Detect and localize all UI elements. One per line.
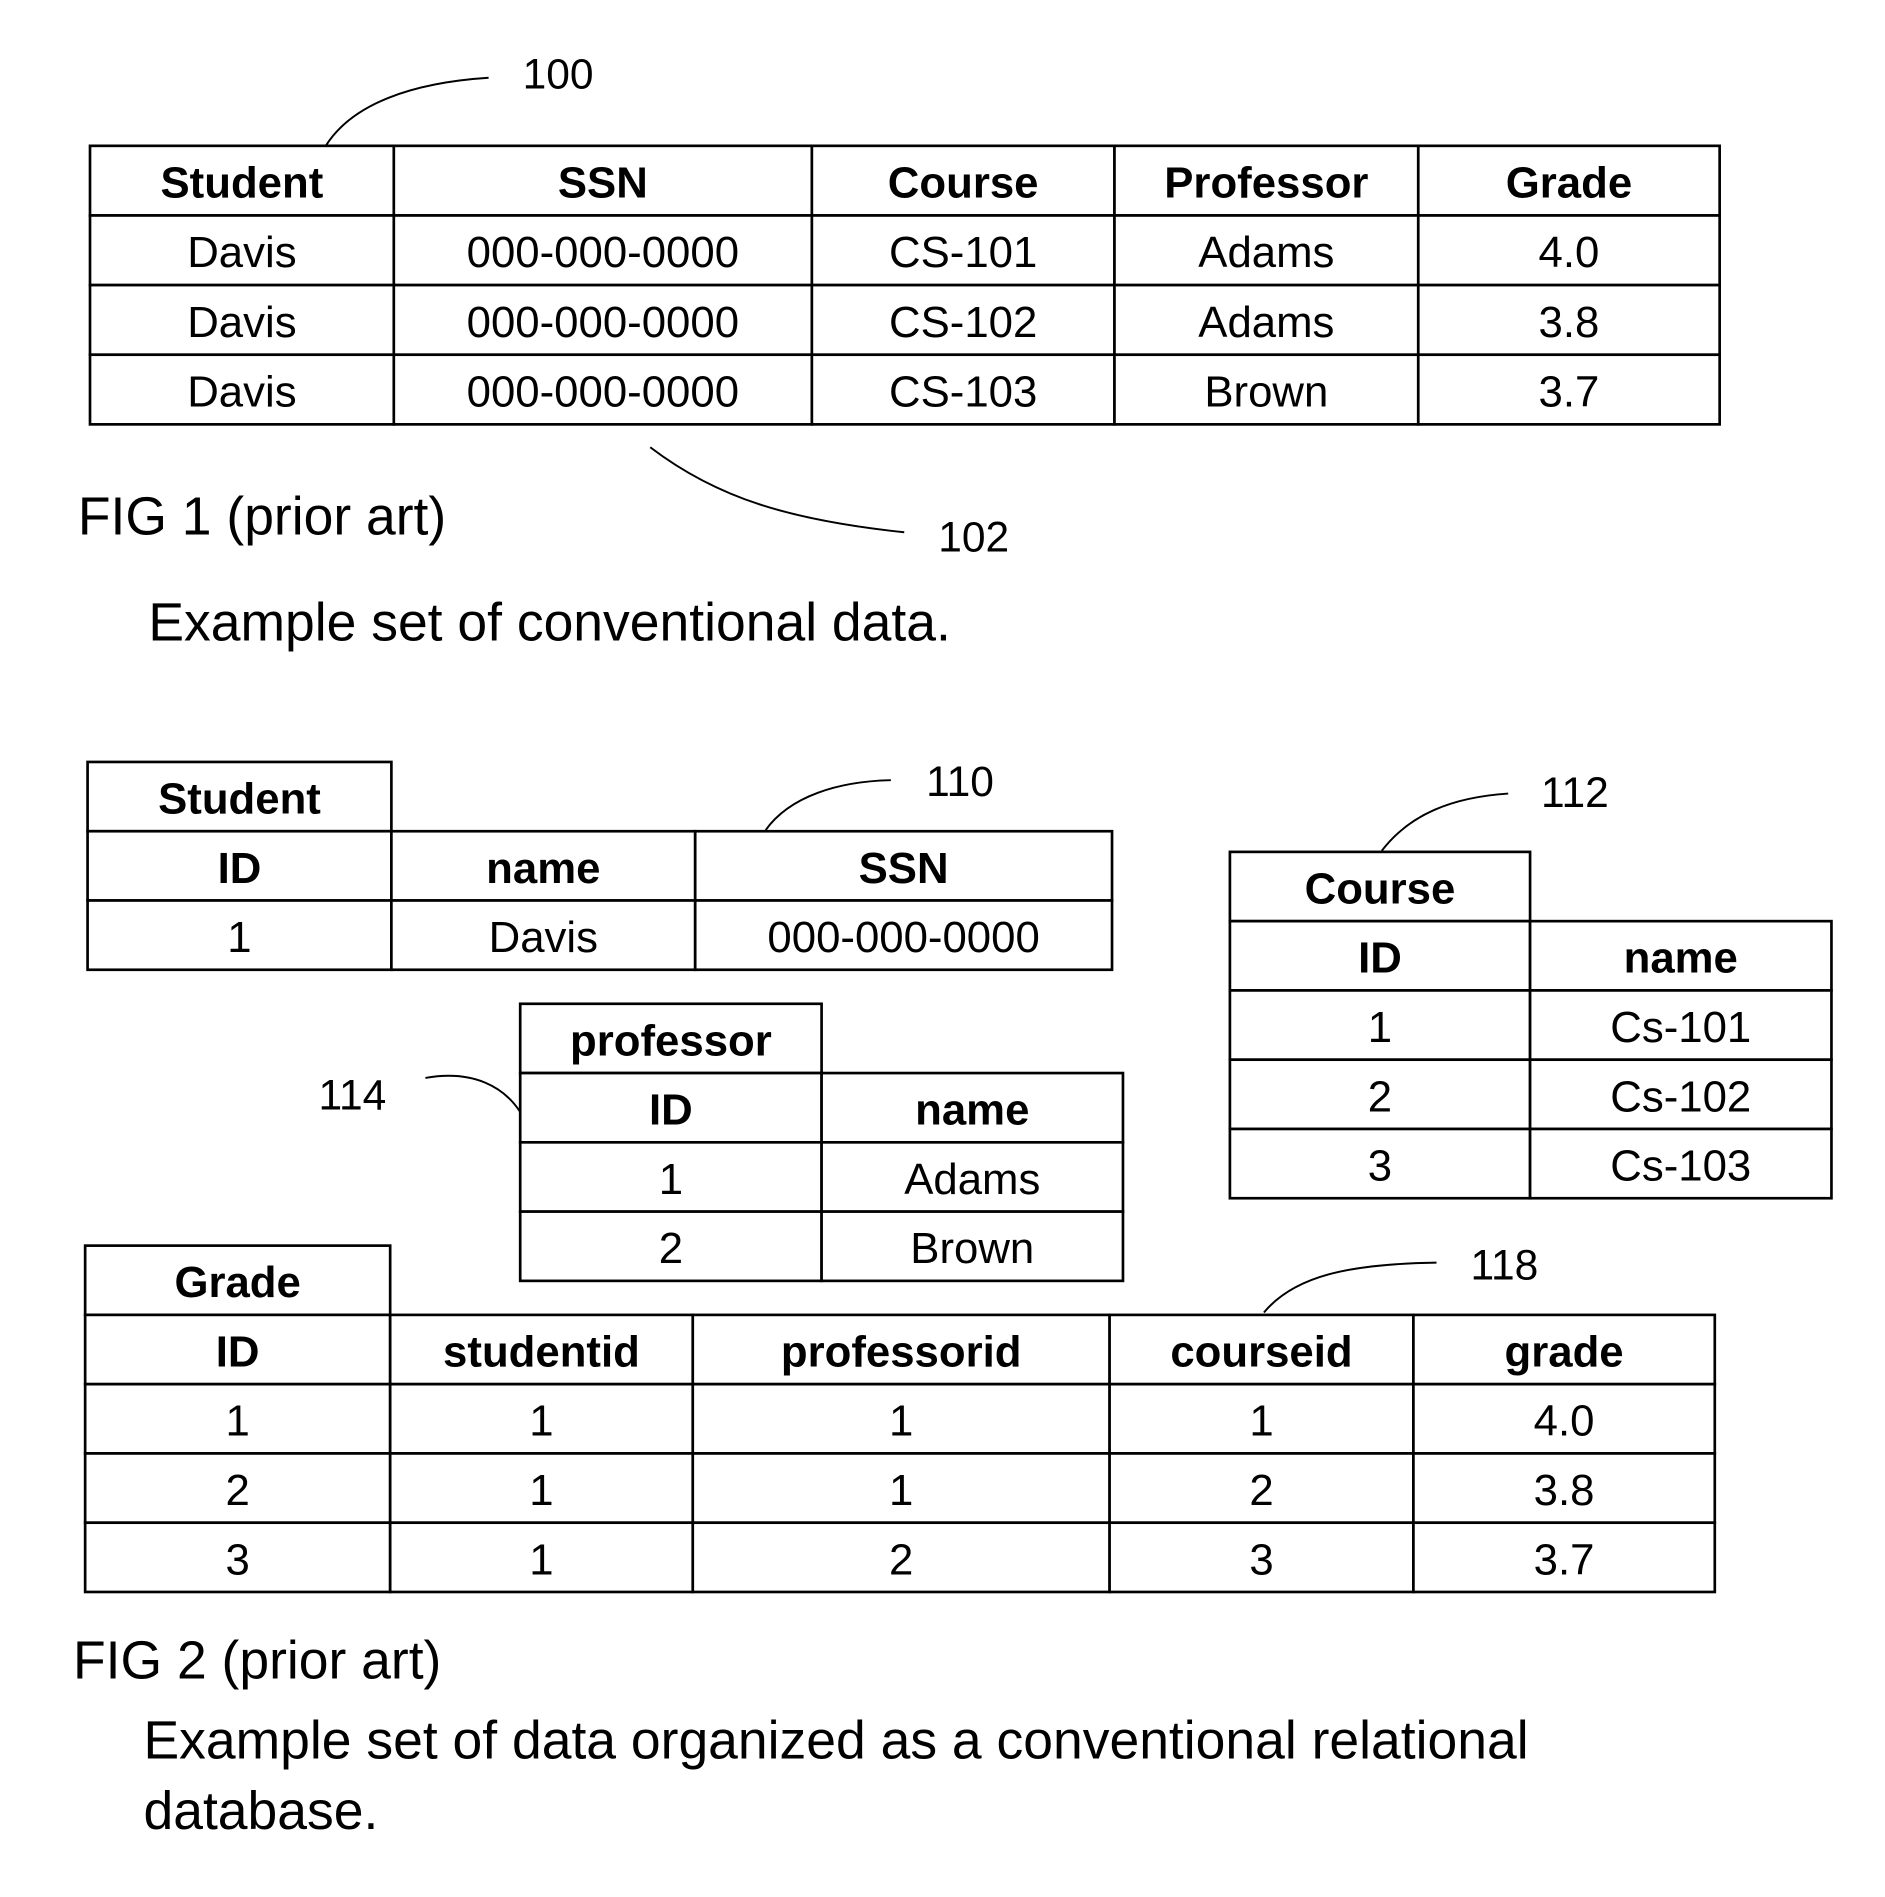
column-header: SSN xyxy=(859,844,949,893)
ref-label-114: 114 xyxy=(318,1072,386,1120)
table-cell: Cs-102 xyxy=(1610,1072,1751,1121)
ref-label-110: 110 xyxy=(926,758,994,806)
leader-line-112 xyxy=(1381,792,1509,852)
table-cell: Brown xyxy=(910,1224,1034,1273)
table-cell: 2 xyxy=(889,1535,913,1584)
table-cell: 2 xyxy=(1249,1466,1273,1515)
table-cell: 000-000-0000 xyxy=(467,367,739,416)
table-cell: 1 xyxy=(1368,1003,1392,1052)
table-cell: 3.7 xyxy=(1534,1535,1595,1584)
table-cell: CS-101 xyxy=(889,228,1037,277)
column-header: ID xyxy=(218,844,262,893)
ref-label-100: 100 xyxy=(523,51,594,99)
column-header: ID xyxy=(1358,934,1402,983)
table-cell: 1 xyxy=(227,913,251,962)
leader-line-100 xyxy=(324,76,489,147)
table-cell: Cs-101 xyxy=(1610,1003,1751,1052)
patent-figure-sheet: Student SSN Course Professor Grade Davis 000-0… xyxy=(73,51,1833,1841)
table-cell: 3 xyxy=(225,1535,249,1584)
column-header: professorid xyxy=(781,1327,1022,1376)
ref-label-112: 112 xyxy=(1541,769,1609,817)
table-cell: 1 xyxy=(889,1397,913,1446)
column-header: Grade xyxy=(1506,159,1632,208)
table-cell: 3 xyxy=(1368,1142,1392,1191)
fig1-caption: FIG 1 (prior art) xyxy=(78,488,446,547)
table-cell: 000-000-0000 xyxy=(467,298,739,347)
table-cell: 3.7 xyxy=(1539,367,1600,416)
table-cell: Davis xyxy=(187,367,296,416)
column-header: name xyxy=(486,844,600,893)
table-title: Student xyxy=(158,775,321,824)
table-cell: 2 xyxy=(1368,1072,1392,1121)
table-cell: 1 xyxy=(1249,1397,1273,1446)
fig1-conventional-table: Student SSN Course Professor Grade Davis 000-0… xyxy=(88,144,1721,426)
column-header: name xyxy=(1624,934,1738,983)
table-cell: 1 xyxy=(889,1466,913,1515)
table-cell: Davis xyxy=(489,913,598,962)
table-cell: 1 xyxy=(225,1397,249,1446)
table-cell: 3.8 xyxy=(1539,298,1600,347)
column-header: ID xyxy=(649,1086,693,1135)
professor-table: professor ID name 1 Adams 2 Brown xyxy=(518,1002,1125,1283)
column-header: courseid xyxy=(1170,1327,1352,1376)
ref-label-102: 102 xyxy=(938,514,1009,562)
table-cell: CS-102 xyxy=(889,298,1037,347)
table-cell: CS-103 xyxy=(889,367,1037,416)
table-cell: Cs-103 xyxy=(1610,1142,1751,1191)
table-title: Course xyxy=(1305,864,1456,913)
table-cell: 3.8 xyxy=(1534,1466,1595,1515)
table-cell: 3 xyxy=(1249,1535,1273,1584)
table-cell: 2 xyxy=(225,1466,249,1515)
leader-line-118 xyxy=(1263,1261,1437,1314)
fig2-description-line1: Example set of data organized as a conve… xyxy=(143,1711,1528,1770)
table-cell: 1 xyxy=(529,1397,553,1446)
column-header: SSN xyxy=(558,159,648,208)
column-header: studentid xyxy=(443,1327,640,1376)
table-cell: Adams xyxy=(904,1155,1040,1204)
fig2-description-line2: database. xyxy=(143,1782,378,1841)
course-table: Course ID name 1 Cs-101 2 Cs-102 3 Cs-103 xyxy=(1228,850,1833,1200)
table-cell: 1 xyxy=(529,1535,553,1584)
column-header: Student xyxy=(161,159,324,208)
leader-line-110 xyxy=(764,779,891,831)
ref-label-118: 118 xyxy=(1471,1242,1539,1290)
table-cell: Davis xyxy=(187,228,296,277)
table-cell: 2 xyxy=(659,1224,683,1273)
table-cell: Davis xyxy=(187,298,296,347)
table-cell: 000-000-0000 xyxy=(767,913,1039,962)
fig1-description: Example set of conventional data. xyxy=(148,593,951,652)
table-title: professor xyxy=(570,1016,772,1065)
table-title: Grade xyxy=(174,1258,300,1307)
table-cell: 1 xyxy=(659,1155,683,1204)
leader-line-114 xyxy=(425,1074,522,1113)
leader-line-102 xyxy=(649,446,905,534)
table-cell: 4.0 xyxy=(1539,228,1600,277)
column-header: name xyxy=(915,1086,1029,1135)
table-cell: 1 xyxy=(529,1466,553,1515)
table-cell: Brown xyxy=(1204,367,1328,416)
table-cell: 000-000-0000 xyxy=(467,228,739,277)
table-cell: 4.0 xyxy=(1534,1397,1595,1446)
table-cell: Adams xyxy=(1198,298,1334,347)
column-header: ID xyxy=(216,1327,260,1376)
fig2-caption: FIG 2 (prior art) xyxy=(73,1631,441,1690)
grade-table: Grade ID studentid professorid courseid grade… xyxy=(83,1244,1717,1594)
column-header: grade xyxy=(1505,1327,1624,1376)
table-cell: Adams xyxy=(1198,228,1334,277)
column-header: Professor xyxy=(1164,159,1368,208)
column-header: Course xyxy=(888,159,1039,208)
